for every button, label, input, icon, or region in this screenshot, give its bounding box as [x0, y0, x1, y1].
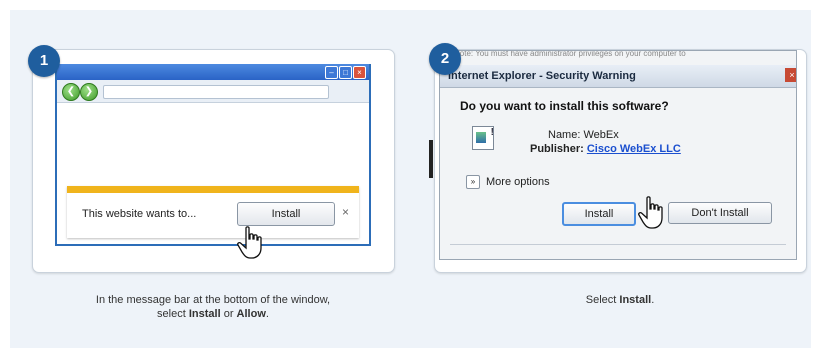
- name-value: WebEx: [583, 129, 619, 141]
- chevron-double-icon[interactable]: »: [466, 175, 480, 189]
- browser-toolbar: ❮ ❯: [57, 80, 369, 103]
- close-icon[interactable]: ×: [785, 68, 796, 82]
- name-row: Name: WebEx: [548, 129, 619, 141]
- browser-titlebar: – □ ×: [57, 64, 369, 80]
- step2-panel: Note: You must have administrator privil…: [429, 49, 807, 273]
- dialog-titlebar: Internet Explorer - Security Warning ×: [440, 65, 796, 88]
- dont-install-button[interactable]: Don't Install: [668, 202, 772, 224]
- minimize-button[interactable]: –: [325, 66, 338, 79]
- dialog-question: Do you want to install this software?: [460, 99, 669, 113]
- back-arrow-icon[interactable]: ❮: [62, 83, 80, 101]
- software-icon: !: [472, 126, 494, 150]
- publisher-link[interactable]: Cisco WebEx LLC: [587, 143, 681, 155]
- step1-panel: – □ × ❮ ❯ This website wants to... Insta…: [32, 49, 395, 273]
- hand-pointer-icon: [237, 226, 262, 259]
- maximize-button[interactable]: □: [339, 66, 352, 79]
- dialog-divider: [450, 244, 786, 245]
- step1-caption: In the message bar at the bottom of the …: [95, 294, 331, 320]
- install-button[interactable]: Install: [562, 202, 636, 226]
- message-bar-install-button[interactable]: Install: [237, 202, 335, 226]
- step-badge-2: 2: [429, 43, 461, 75]
- publisher-label: Publisher:: [530, 143, 584, 155]
- window-edge: [429, 140, 433, 178]
- message-bar-close-icon[interactable]: ×: [342, 205, 349, 219]
- address-bar[interactable]: [103, 85, 329, 99]
- window-close-button[interactable]: ×: [353, 66, 366, 79]
- publisher-row: Publisher: Cisco WebEx LLC: [530, 143, 681, 155]
- forward-arrow-icon[interactable]: ❯: [80, 83, 98, 101]
- step2-caption: Select Install.: [585, 294, 655, 306]
- browser-content: This website wants to... Install ×: [57, 103, 369, 244]
- admin-note: Note: You must have administrator privil…: [454, 50, 686, 58]
- more-options[interactable]: » More options: [466, 175, 550, 189]
- security-warning-dialog: Note: You must have administrator privil…: [439, 50, 797, 260]
- hand-pointer-icon: [638, 196, 663, 229]
- step-badge-1: 1: [28, 45, 60, 77]
- more-options-label: More options: [486, 176, 550, 188]
- browser-window: – □ × ❮ ❯ This website wants to... Insta…: [55, 64, 371, 246]
- message-bar-text: This website wants to...: [82, 208, 197, 220]
- dialog-title: Internet Explorer - Security Warning: [448, 70, 636, 82]
- name-label: Name:: [548, 129, 581, 141]
- message-bar: This website wants to... Install ×: [67, 186, 359, 238]
